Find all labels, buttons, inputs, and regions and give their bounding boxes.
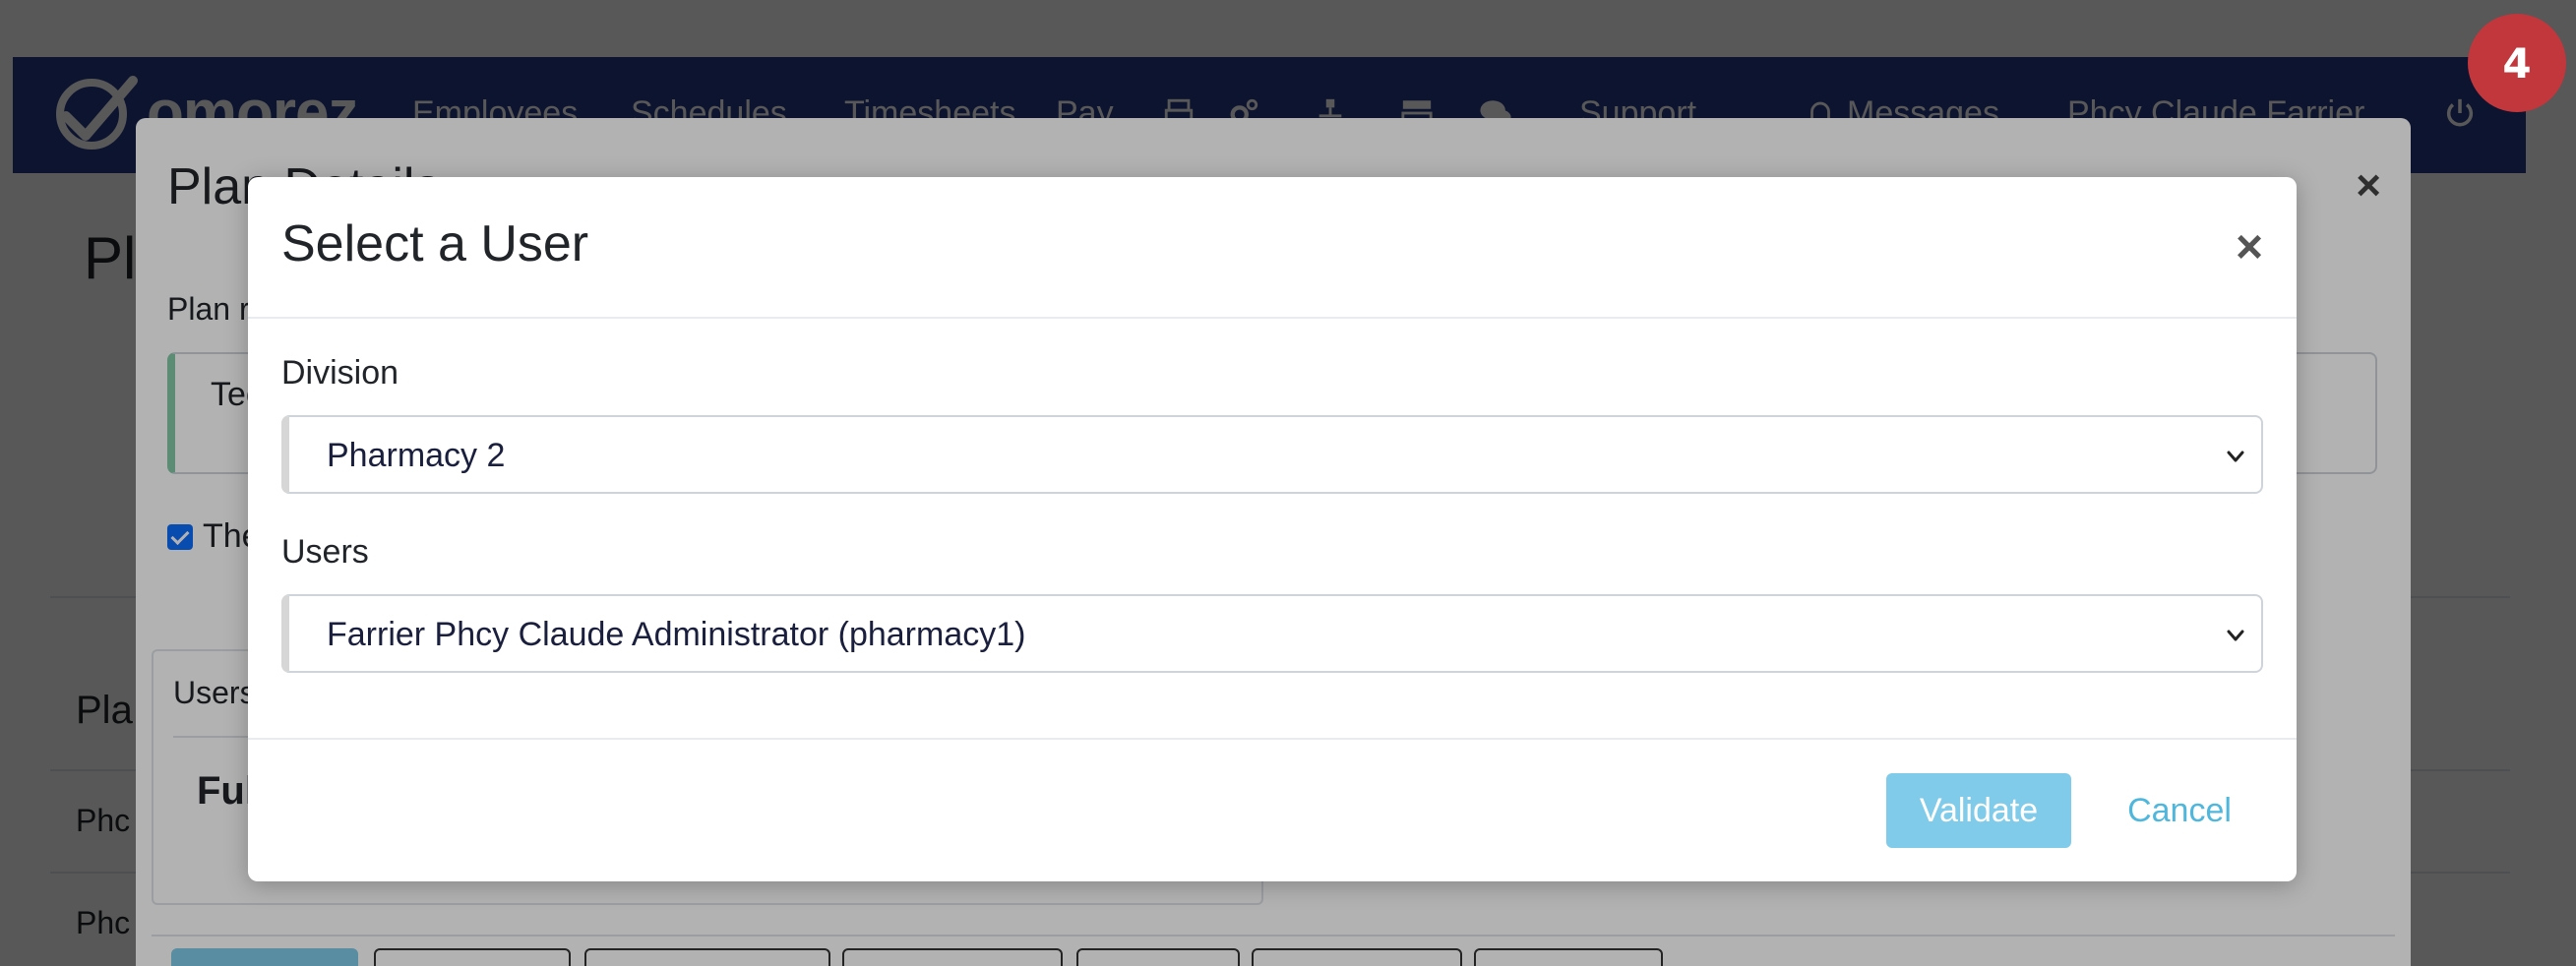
chevron-down-icon — [2227, 630, 2244, 641]
chevron-down-icon — [2227, 451, 2244, 462]
users-label: Users — [281, 533, 369, 571]
modal-title: Select a User — [281, 215, 589, 272]
validate-button[interactable]: Validate — [1886, 773, 2071, 848]
select-user-modal: Select a User × Division Pharmacy 2 User… — [248, 177, 2297, 881]
division-value: Pharmacy 2 — [327, 437, 506, 474]
users-value: Farrier Phcy Claude Administrator (pharm… — [327, 616, 1026, 653]
division-label: Division — [281, 354, 399, 392]
cancel-button[interactable]: Cancel — [2106, 773, 2253, 848]
close-icon[interactable]: × — [2236, 220, 2263, 274]
step-badge: 4 — [2468, 14, 2566, 112]
users-select[interactable]: Farrier Phcy Claude Administrator (pharm… — [281, 594, 2263, 673]
divider — [248, 738, 2297, 740]
division-select[interactable]: Pharmacy 2 — [281, 415, 2263, 494]
divider — [248, 317, 2297, 319]
